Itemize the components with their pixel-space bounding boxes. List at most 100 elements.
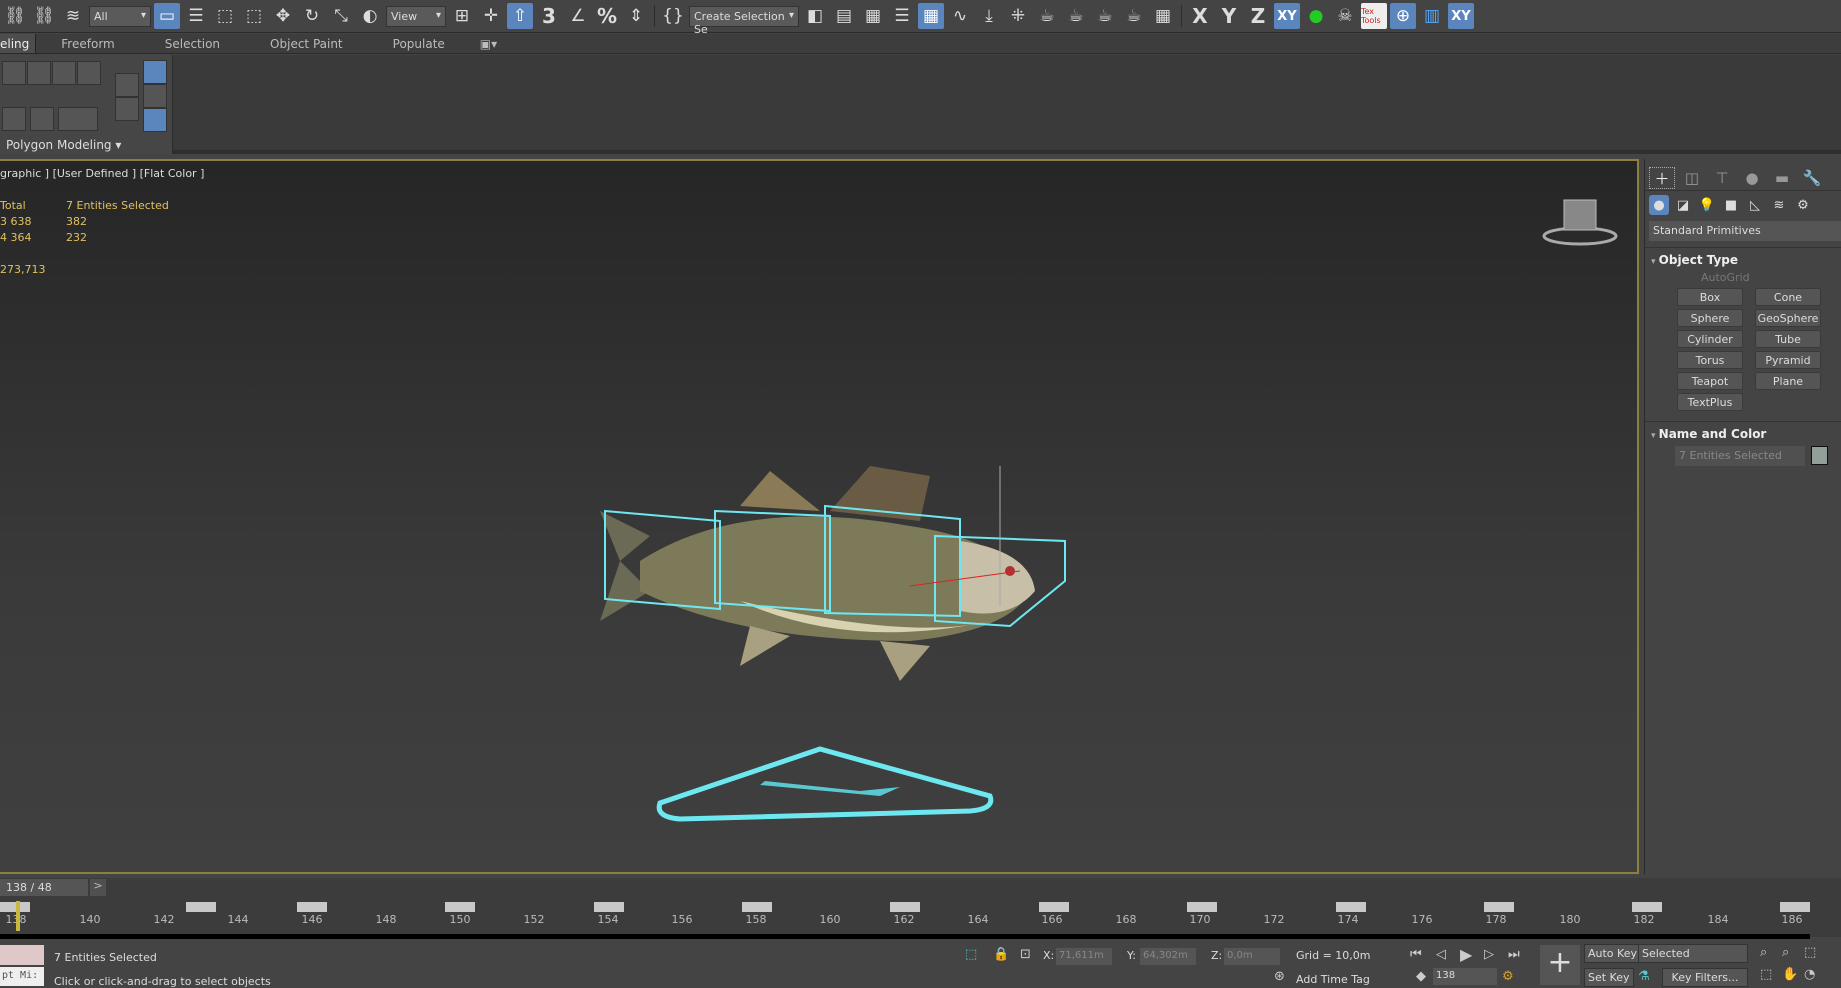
select-by-name-icon[interactable]: ☰ [183,3,209,29]
next-frame-button[interactable]: > [90,879,106,896]
named-selection-dropdown[interactable]: Create Selection Se [689,5,799,36]
go-to-end-icon[interactable]: ⏭ [1508,947,1520,962]
teapot-button[interactable]: Teapot [1677,372,1743,390]
set-key-button[interactable]: Set Key [1584,968,1634,987]
sphere-button[interactable]: Sphere [1677,309,1743,327]
lights-icon[interactable]: 💡 [1697,195,1717,215]
bind-space-warp-icon[interactable]: ≋ [60,3,86,29]
trajectory-path[interactable] [650,741,1000,831]
display-tab-icon[interactable]: ▬ [1769,167,1795,189]
object-color-swatch[interactable] [1811,446,1828,465]
pin-stack-icon[interactable] [143,84,167,108]
animation-key[interactable] [186,902,216,912]
zoom-icon[interactable]: ⌕ [1760,945,1767,960]
cameras-icon[interactable]: ■ [1721,195,1741,215]
keyboard-shortcut-override-icon[interactable]: ⇧ [507,3,533,29]
scale-icon[interactable]: ⤡ [328,3,354,29]
modify-tab-icon[interactable]: ◫ [1679,167,1705,189]
set-key-large-icon[interactable]: + [1540,945,1580,985]
rotate-icon[interactable]: ↻ [299,3,325,29]
polygon-modeling-dropdown[interactable]: Polygon Modeling ▾ [6,138,121,152]
maxscript-input[interactable]: pt Mi: [0,967,44,986]
percent-snap-icon[interactable]: % [594,3,620,29]
zoom-region-icon[interactable]: ⬚ [1760,967,1772,982]
reference-coord-dropdown[interactable]: View [386,5,446,27]
zoom-extents-icon[interactable]: ⬚ [1804,945,1816,960]
animation-key[interactable] [594,902,624,912]
cylinder-button[interactable]: Cylinder [1677,330,1743,348]
animation-key[interactable] [1187,902,1217,912]
animation-key[interactable] [1336,902,1366,912]
viewport-label[interactable]: graphic ] [User Defined ] [Flat Color ] [0,167,204,180]
move-icon[interactable]: ✥ [270,3,296,29]
add-time-tag-button[interactable]: Add Time Tag [1296,973,1370,986]
modify-mode-icon[interactable] [2,107,26,131]
time-configuration-icon[interactable]: ⚙ [1502,969,1514,984]
animation-key[interactable] [297,902,327,912]
x-coordinate-input[interactable]: 71,611m [1056,948,1112,965]
object-name-input[interactable]: 7 Entities Selected [1675,446,1805,466]
viewport-layout-icon[interactable]: ▦ [1150,3,1176,29]
select-object-icon[interactable]: ▭ [154,3,180,29]
textools-icon[interactable]: Tex Tools [1361,3,1387,29]
collapse-stack-icon[interactable] [143,108,167,132]
viewcube-icon[interactable] [1540,196,1620,246]
current-frame-input[interactable]: 138 [1433,968,1497,985]
utilities-tab-icon[interactable]: 🔧 [1799,167,1825,189]
selection-lock-icon[interactable]: 🔒 [993,947,1009,962]
maxscript-listener-mini[interactable] [0,945,44,965]
preserve-uvs-icon[interactable] [30,107,54,131]
textplus-button[interactable]: TextPlus [1677,393,1743,411]
orbit-icon[interactable]: ◔ [1804,967,1815,982]
autogrid-checkbox[interactable]: AutoGrid [1645,267,1841,284]
key-mode-dropdown[interactable]: Selected [1638,944,1748,963]
mirror-icon[interactable]: ◧ [802,3,828,29]
key-filters-button[interactable]: Key Filters... [1662,968,1748,987]
window-crossing-icon[interactable]: ⬚ [241,3,267,29]
next-frame-icon[interactable]: ▷ [1484,947,1494,962]
play-icon[interactable]: ▶ [1460,945,1472,964]
ribbon-toggle-icon[interactable]: ▦ [918,3,944,29]
crosshair-icon[interactable]: ⊕ [1390,3,1416,29]
axis-z-button[interactable]: Z [1245,3,1271,29]
curve-editor-icon[interactable]: ∿ [947,3,973,29]
dope-sheet-icon[interactable]: ⤓ [976,3,1002,29]
render-cloud-icon[interactable]: ☕ [1121,3,1147,29]
render-setup-icon[interactable]: ☕ [1034,3,1060,29]
systems-icon[interactable]: ⚙ [1793,195,1813,215]
track-bar[interactable]: 1381401421441461481501521541561581601621… [0,899,1841,940]
rect-selection-icon[interactable]: ⬚ [212,3,238,29]
tab-selection[interactable]: Selection [140,34,245,53]
animation-key[interactable] [445,902,475,912]
animation-key[interactable] [1484,902,1514,912]
ribbon-options-icon[interactable]: ▣▾ [470,34,522,53]
animation-key[interactable] [1780,902,1810,912]
pan-icon[interactable]: ✋ [1782,967,1798,982]
geosphere-button[interactable]: GeoSphere [1755,309,1821,327]
torus-button[interactable]: Torus [1677,351,1743,369]
animation-key[interactable] [1632,902,1662,912]
element-icon[interactable] [77,61,101,85]
show-end-result-icon[interactable] [143,60,167,84]
tube-button[interactable]: Tube [1755,330,1821,348]
previous-modifier-icon[interactable] [115,73,139,97]
render-production-icon[interactable]: ☕ [1092,3,1118,29]
time-slider[interactable]: 138 / 48 > [0,878,1841,899]
pyramid-button[interactable]: Pyramid [1755,351,1821,369]
bars-icon[interactable]: ▥ [1419,3,1445,29]
animation-key[interactable] [0,902,30,912]
edge-icon[interactable] [2,61,26,85]
angle-snap-icon[interactable]: ∠ [565,3,591,29]
placement-icon[interactable]: ◐ [357,3,383,29]
border-icon[interactable] [27,61,51,85]
unlink-icon[interactable]: ⛓ [31,3,57,29]
polygon-icon[interactable] [52,61,76,85]
auto-key-button[interactable]: Auto Key [1584,944,1641,963]
tab-freeform[interactable]: Freeform [36,34,139,53]
y-coordinate-input[interactable]: 64,302m [1140,948,1196,965]
helpers-icon[interactable]: ◺ [1745,195,1765,215]
edit-named-selection-icon[interactable]: {} [660,3,686,29]
shapes-icon[interactable]: ◪ [1673,195,1693,215]
object-type-title[interactable]: Object Type [1645,248,1841,267]
z-coordinate-input[interactable]: 0,0m [1224,948,1280,965]
